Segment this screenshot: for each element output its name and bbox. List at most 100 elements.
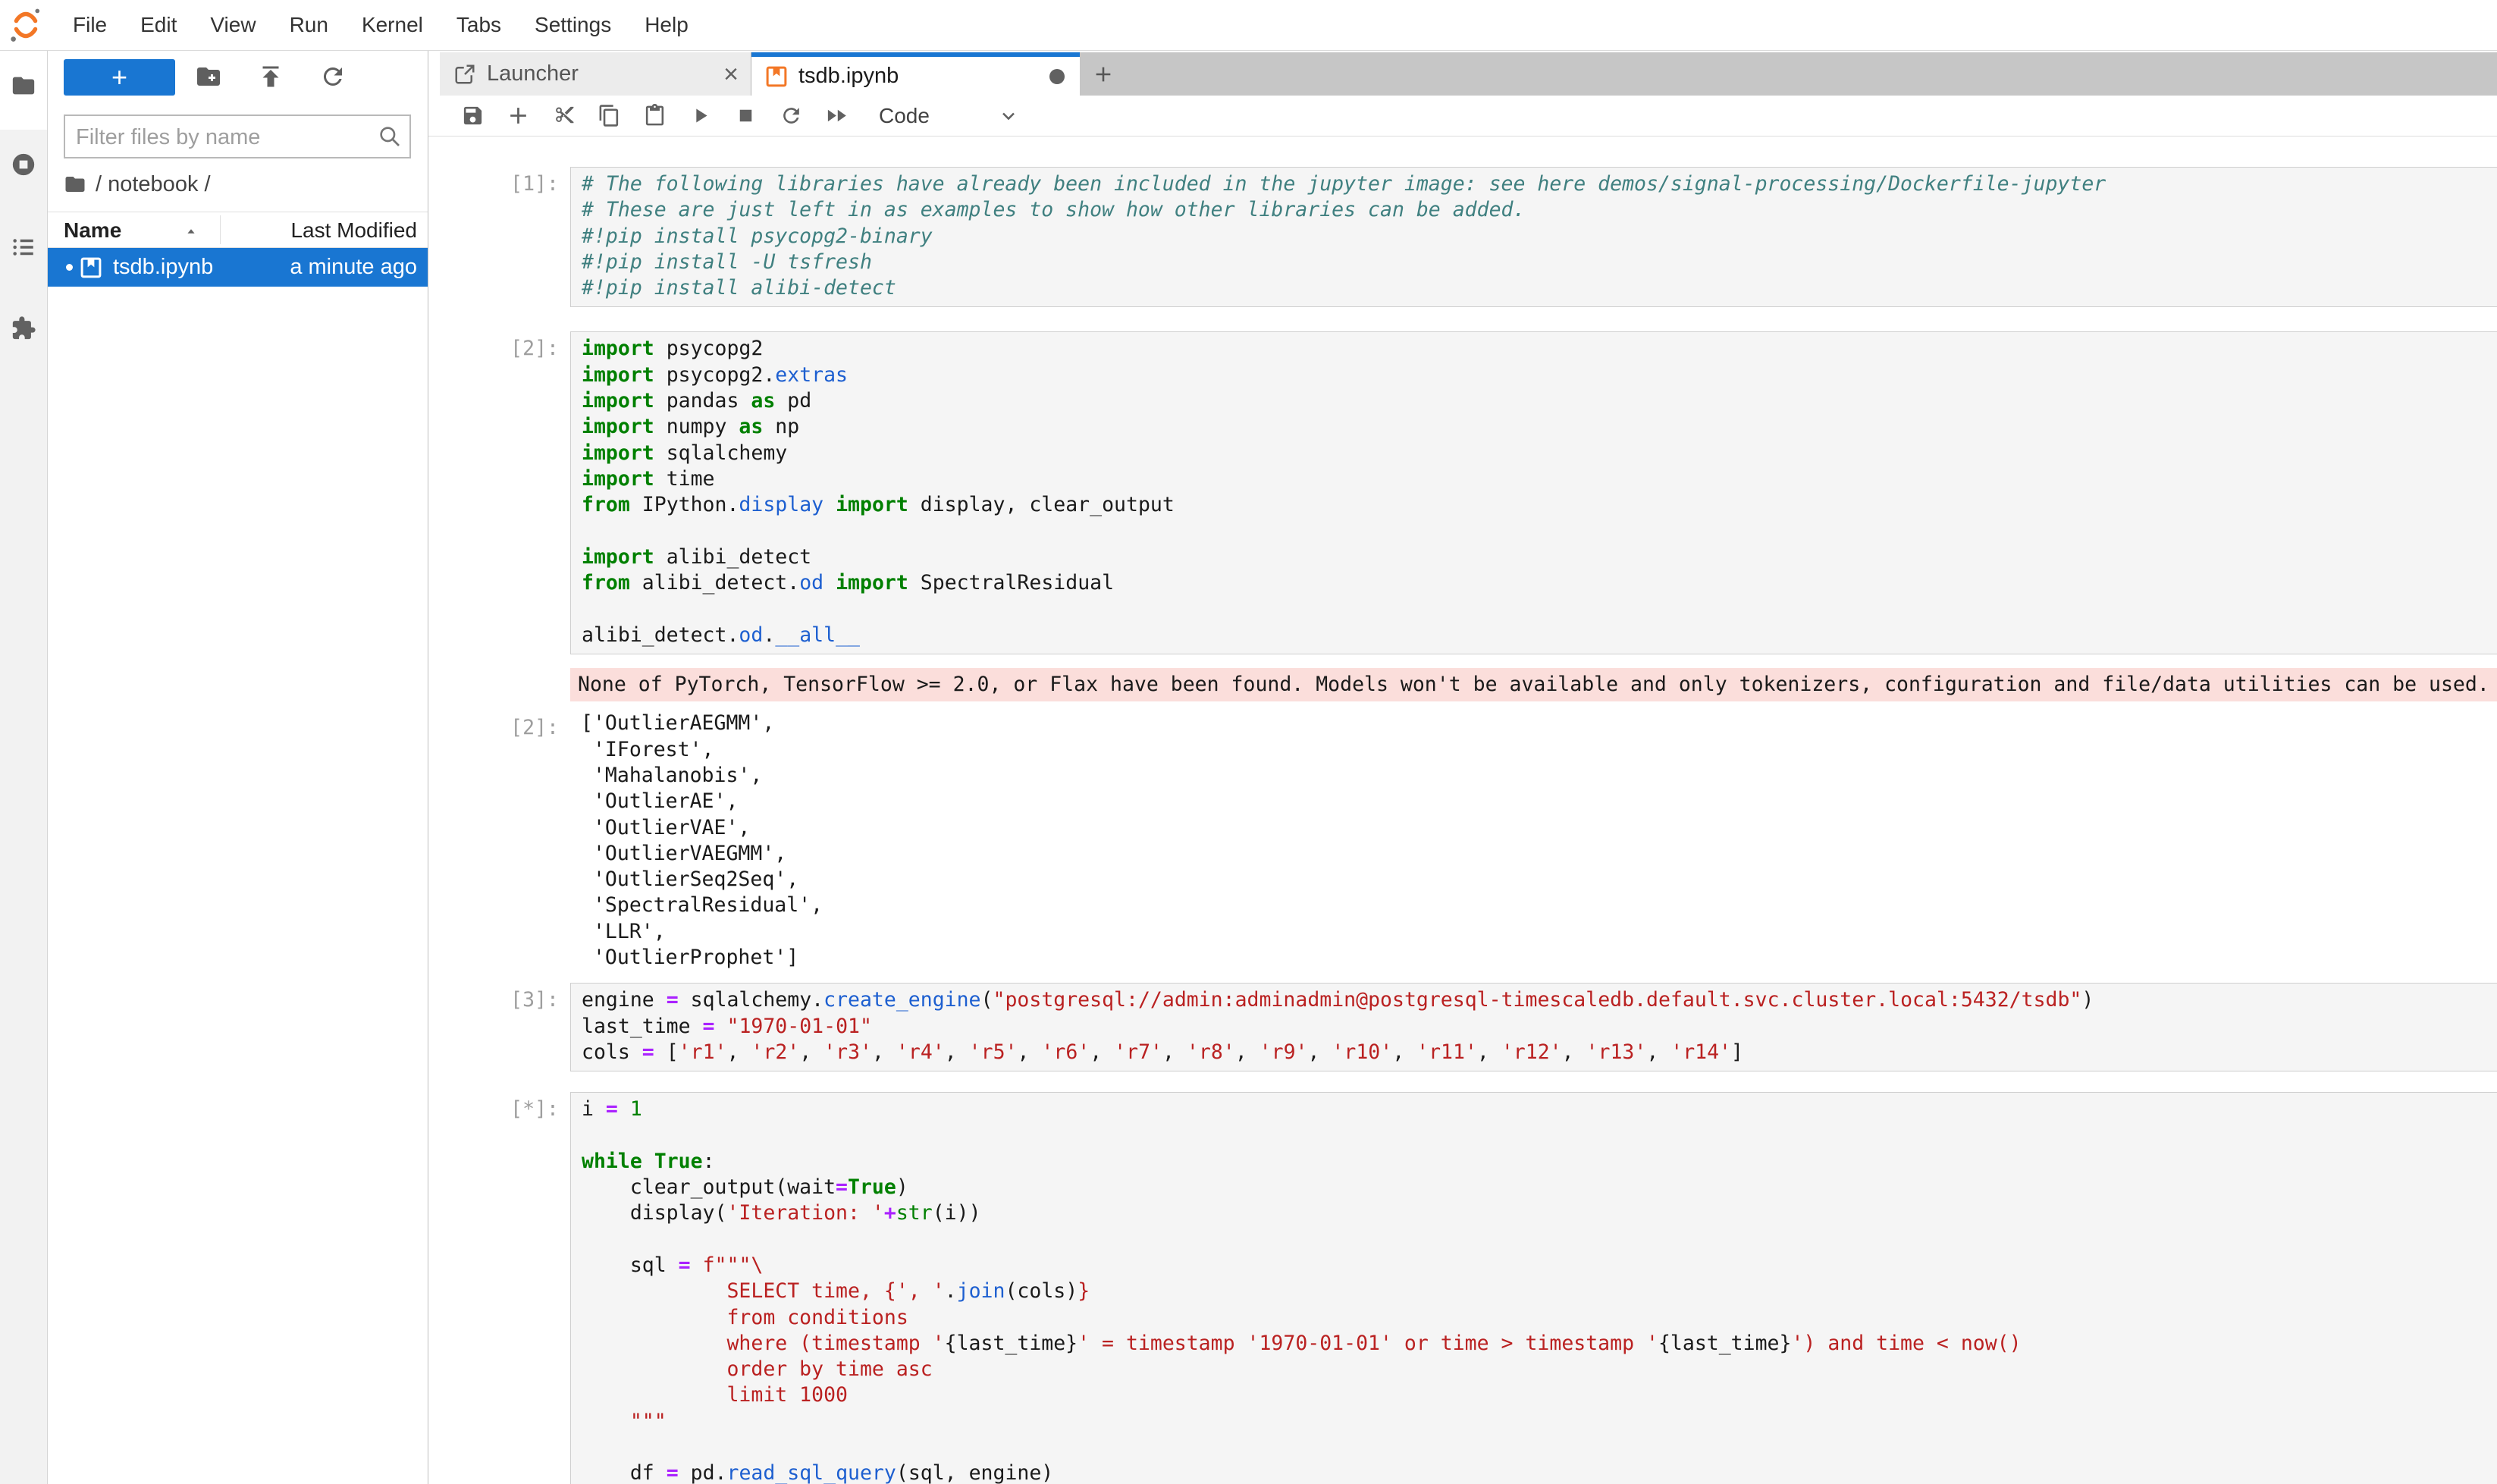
menu-bar: FileEditViewRunKernelTabsSettingsHelp (0, 0, 2497, 51)
save-icon[interactable] (450, 99, 495, 133)
menu-settings[interactable]: Settings (518, 0, 628, 50)
code-line: #!pip install psycopg2-binary (582, 224, 2497, 249)
code-line: import psycopg2 (582, 336, 2497, 362)
menu-help[interactable]: Help (628, 0, 705, 50)
code-line: alibi_detect.od.__all__ (582, 623, 2497, 648)
breadcrumb[interactable]: / notebook / (64, 171, 211, 198)
output-text: ['OutlierAEGMM', 'IForest', 'Mahalanobis… (570, 711, 2497, 971)
menu-items: FileEditViewRunKernelTabsSettingsHelp (56, 0, 705, 50)
code-line: clear_output(wait=True) (582, 1175, 2497, 1200)
code-line: sql = f"""\ (582, 1253, 2497, 1278)
code-line: import pandas as pd (582, 388, 2497, 414)
cell-editor[interactable]: # The following libraries have already b… (570, 167, 2497, 307)
code-line: where (timestamp '{last_time}' = timesta… (582, 1331, 2497, 1357)
cell-editor[interactable]: engine = sqlalchemy.create_engine("postg… (570, 983, 2497, 1071)
file-modified: a minute ago (290, 255, 417, 280)
activity-bar (0, 51, 48, 1484)
tab-label: Launcher (487, 61, 579, 86)
menu-file[interactable]: File (56, 0, 124, 50)
code-line (582, 596, 2497, 622)
unsaved-dot (1049, 69, 1065, 84)
file-row[interactable]: tsdb.ipynb a minute ago (48, 248, 428, 287)
stderr-output: None of PyTorch, TensorFlow >= 2.0, or F… (428, 668, 2497, 701)
main-dock: Launcher × tsdb.ipynb Code [1]: # The follo… (428, 51, 2497, 1484)
stderr-text: None of PyTorch, TensorFlow >= 2.0, or F… (570, 668, 2497, 701)
output-line: 'OutlierAE', (581, 789, 2497, 814)
stop-icon[interactable] (723, 99, 768, 133)
code-line: from IPython.display import display, cle… (582, 492, 2497, 518)
code-line: cols = ['r1', 'r2', 'r3', 'r4', 'r5', 'r… (582, 1040, 2497, 1065)
unsaved-dot (66, 264, 73, 271)
menu-edit[interactable]: Edit (124, 0, 193, 50)
table-of-contents-icon[interactable] (11, 234, 36, 260)
code-line: #!pip install -U tsfresh (582, 249, 2497, 275)
launcher-icon (453, 63, 476, 86)
notebook-cell: [*]: i = 1 while True: clear_output(wait=… (428, 1092, 2497, 1484)
cell-editor[interactable]: import psycopg2import psycopg2.extrasimp… (570, 331, 2497, 654)
input-prompt: [*]: (428, 1097, 559, 1121)
new-folder-icon[interactable] (195, 63, 222, 90)
menu-kernel[interactable]: Kernel (345, 0, 440, 50)
paste-icon[interactable] (632, 99, 677, 133)
filter-files-input[interactable] (74, 116, 365, 158)
new-tab-button[interactable] (1080, 52, 1127, 96)
running-sessions-icon[interactable] (11, 152, 36, 177)
cut-icon[interactable] (541, 99, 586, 133)
execute-result: [2]: ['OutlierAEGMM', 'IForest', 'Mahalan… (428, 711, 2497, 971)
output-line: 'OutlierVAEGMM', (581, 841, 2497, 867)
code-line (582, 1435, 2497, 1460)
notebook-cell: [3]: engine = sqlalchemy.create_engine("p… (428, 983, 2497, 1071)
code-line: import sqlalchemy (582, 441, 2497, 466)
column-divider (220, 215, 221, 244)
folder-icon (64, 173, 86, 196)
output-line: ['OutlierAEGMM', (581, 711, 2497, 736)
code-line: engine = sqlalchemy.create_engine("postg… (582, 987, 2497, 1013)
chevron-down-icon (998, 105, 1019, 127)
cell-type-select[interactable]: Code (879, 104, 1019, 128)
code-line: last_time = "1970-01-01" (582, 1014, 2497, 1040)
input-prompt: [3]: (428, 988, 559, 1012)
tab-launcher[interactable]: Launcher × (440, 52, 751, 96)
jupyter-logo-icon (8, 7, 44, 43)
folder-icon[interactable] (11, 73, 36, 99)
code-line: import psycopg2.extras (582, 362, 2497, 388)
code-line: #!pip install alibi-detect (582, 275, 2497, 301)
copy-icon[interactable] (586, 99, 632, 133)
column-name-header[interactable]: Name (64, 218, 121, 243)
code-line: import time (582, 466, 2497, 492)
refresh-icon[interactable] (319, 63, 347, 90)
add-cell-icon[interactable] (495, 99, 541, 133)
column-last-modified-header[interactable]: Last Modified (290, 218, 417, 243)
code-line: i = 1 (582, 1097, 2497, 1122)
upload-icon[interactable] (257, 63, 284, 90)
extensions-icon[interactable] (11, 315, 36, 341)
file-listing: tsdb.ipynb a minute ago (48, 248, 428, 287)
breadcrumb-path: / notebook / (96, 172, 211, 197)
file-name: tsdb.ipynb (113, 255, 213, 280)
code-line: order by time asc (582, 1357, 2497, 1382)
input-prompt: [2]: (428, 337, 559, 360)
sort-ascending-icon[interactable] (183, 223, 199, 240)
menu-run[interactable]: Run (273, 0, 345, 50)
close-icon[interactable]: × (723, 63, 739, 86)
menu-view[interactable]: View (193, 0, 272, 50)
restart-icon[interactable] (768, 99, 814, 133)
run-all-icon[interactable] (814, 99, 859, 133)
output-line: 'OutlierProphet'] (581, 945, 2497, 971)
tab-bar: Launcher × tsdb.ipynb (440, 52, 2497, 96)
notebook-cell: [2]: import psycopg2import psycopg2.extra… (428, 331, 2497, 654)
stderr-line: None of PyTorch, TensorFlow >= 2.0, or F… (578, 672, 2497, 698)
run-icon[interactable] (677, 99, 723, 133)
code-line: display('Iteration: '+str(i)) (582, 1200, 2497, 1226)
tab-tsdb-ipynb[interactable]: tsdb.ipynb (751, 52, 1080, 96)
code-line: from conditions (582, 1305, 2497, 1331)
menu-tabs[interactable]: Tabs (440, 0, 518, 50)
notebook-cell: [1]: # The following libraries have alrea… (428, 167, 2497, 307)
output-prompt: [2]: (428, 716, 559, 739)
input-prompt: [1]: (428, 172, 559, 196)
new-launcher-button[interactable]: + (64, 59, 175, 96)
cell-editor[interactable]: i = 1 while True: clear_output(wait=True… (570, 1092, 2497, 1484)
output-line: 'IForest', (581, 737, 2497, 763)
file-browser-panel: + / notebook / Name Last Modified tsdb.i… (48, 51, 428, 1484)
output-line: 'OutlierSeq2Seq', (581, 867, 2497, 893)
